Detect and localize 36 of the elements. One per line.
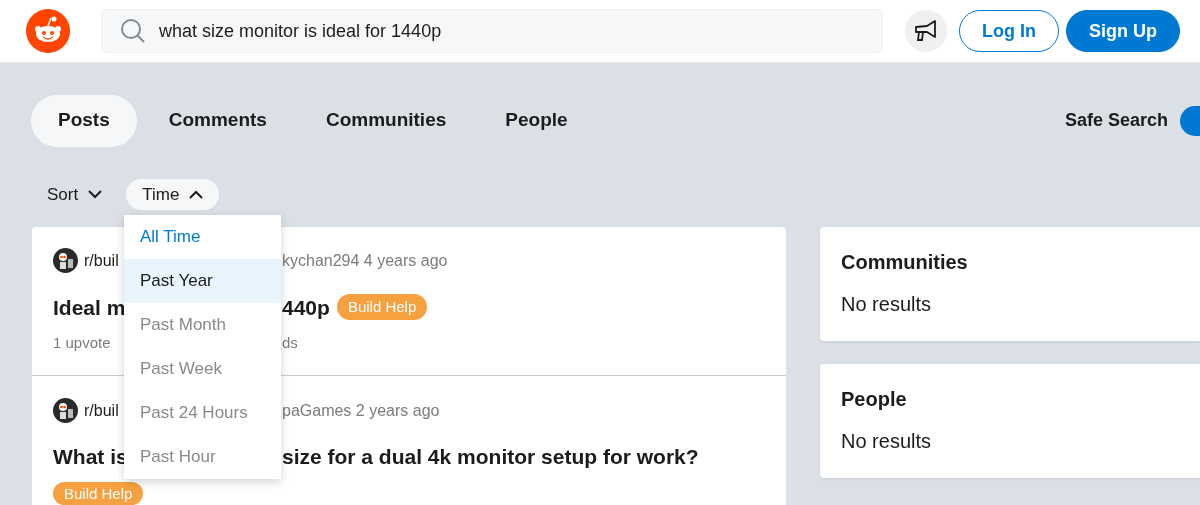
menu-item[interactable]: All Time bbox=[124, 215, 281, 259]
filter-dropdown[interactable]: Time bbox=[126, 179, 220, 210]
card-title: Communities bbox=[841, 250, 969, 275]
empty-message: No results bbox=[841, 429, 933, 454]
tab[interactable]: People bbox=[478, 94, 595, 147]
post-title[interactable]: size for a dual 4k monitor setup for work? bbox=[282, 444, 699, 469]
login-button[interactable]: Log In bbox=[959, 10, 1059, 52]
menu-item[interactable]: Past Year bbox=[124, 259, 281, 303]
post-stats: 1 upvote bbox=[53, 333, 111, 353]
menu-item[interactable]: Past Week bbox=[124, 347, 281, 391]
search-field[interactable]: what size monitor is ideal for 1440p bbox=[101, 9, 883, 53]
post-meta: paGames 2 years ago bbox=[282, 401, 440, 421]
card-title: People bbox=[841, 387, 908, 412]
tab[interactable]: Posts bbox=[31, 94, 137, 147]
post-stats: ds bbox=[282, 333, 298, 353]
megaphone-icon bbox=[914, 20, 938, 42]
tab[interactable]: Communities bbox=[298, 94, 474, 147]
subreddit-link[interactable]: r/buil bbox=[84, 398, 119, 423]
post-title[interactable]: 440p bbox=[282, 294, 330, 320]
subreddit-link[interactable]: r/buil bbox=[84, 248, 119, 273]
menu-item[interactable]: Past 24 Hours bbox=[124, 391, 281, 435]
subreddit-icon bbox=[53, 248, 78, 273]
subreddit-icon bbox=[53, 398, 78, 423]
post-meta: kychan294 4 years ago bbox=[282, 251, 448, 271]
chevron-icon bbox=[88, 190, 103, 199]
filter-dropdown[interactable]: Sort bbox=[31, 179, 119, 210]
empty-message: No results bbox=[841, 292, 933, 317]
menu-item[interactable]: Past Hour bbox=[124, 435, 281, 479]
safe-search-label: Safe Search bbox=[1064, 109, 1168, 132]
advertise-button[interactable] bbox=[905, 10, 947, 52]
signup-button[interactable]: Sign Up bbox=[1066, 10, 1180, 52]
menu-item[interactable]: Past Month bbox=[124, 303, 281, 347]
tab[interactable]: Comments bbox=[141, 94, 294, 147]
post-title[interactable]: Ideal m bbox=[53, 294, 126, 320]
logo-icon[interactable] bbox=[26, 9, 70, 53]
chevron-icon bbox=[189, 190, 204, 199]
